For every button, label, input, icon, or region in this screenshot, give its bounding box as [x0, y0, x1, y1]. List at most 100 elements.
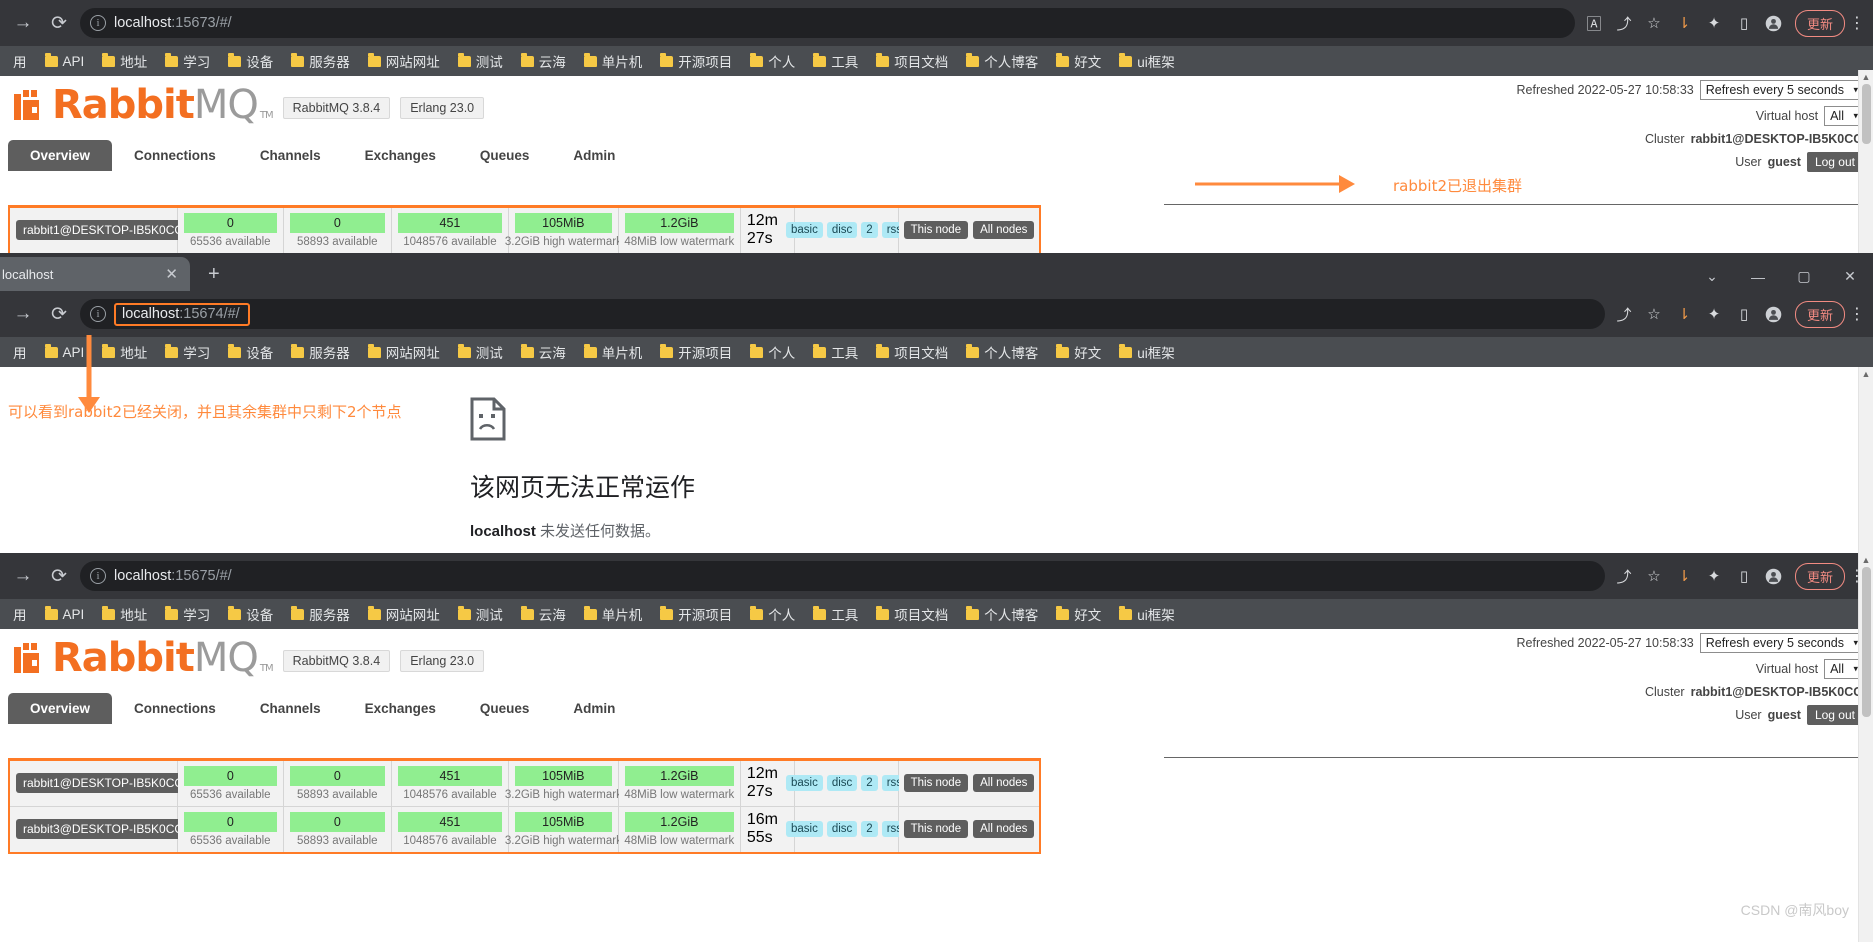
share-icon-bot[interactable]: ⤴ [1611, 563, 1637, 589]
bookmark-item[interactable]: 好文 [1047, 604, 1110, 624]
extensions-icon[interactable]: ✦ [1701, 10, 1727, 36]
share-icon-mid[interactable]: ⤴ [1611, 301, 1637, 327]
bookmark-item[interactable]: 地址 [93, 51, 156, 71]
rabbitmq-tab-channels[interactable]: Channels [238, 693, 343, 724]
rabbitmq-tab-queues[interactable]: Queues [458, 693, 552, 724]
bookmark-item[interactable]: 开源项目 [651, 342, 741, 362]
bookmark-item[interactable]: ui框架 [1110, 604, 1184, 624]
share-icon[interactable]: ⤴ [1611, 10, 1637, 36]
bookmark-item[interactable]: ui框架 [1110, 51, 1184, 71]
ruler-icon-bot[interactable]: ⇂ [1671, 563, 1697, 589]
profile-avatar-icon-bot[interactable] [1761, 563, 1787, 589]
rabbitmq-tab-admin[interactable]: Admin [551, 140, 637, 171]
page-scrollbar-top[interactable]: ▲ [1858, 70, 1873, 253]
bookmark-item[interactable]: 学习 [156, 604, 219, 624]
bookmark-item[interactable]: 工具 [804, 51, 867, 71]
forward-icon-bot[interactable]: → [8, 561, 38, 591]
bookmark-star-icon-bot[interactable]: ☆ [1641, 563, 1667, 589]
bookmark-item[interactable]: 测试 [449, 604, 512, 624]
rabbitmq-tab-overview[interactable]: Overview [8, 140, 113, 171]
window-minimize-icon[interactable]: — [1735, 269, 1781, 285]
all-nodes-button[interactable]: All nodes [973, 774, 1035, 792]
reload-icon[interactable]: ⟳ [44, 8, 74, 38]
bookmark-item[interactable]: 测试 [449, 342, 512, 362]
site-info-icon-mid[interactable]: i [90, 306, 106, 322]
bookmark-item[interactable]: 学习 [156, 342, 219, 362]
site-info-icon[interactable]: i [90, 15, 106, 31]
this-node-button[interactable]: This node [903, 820, 969, 838]
bookmark-item[interactable]: 个人 [741, 51, 804, 71]
sidebar-icon-mid[interactable]: ▯ [1731, 301, 1757, 327]
update-button-mid[interactable]: 更新 [1794, 300, 1845, 328]
bookmark-item[interactable]: 服务器 [282, 604, 359, 624]
site-info-icon-bot[interactable]: i [90, 568, 106, 584]
all-nodes-button[interactable]: All nodes [973, 820, 1035, 838]
bookmark-item[interactable]: 项目文档 [867, 342, 957, 362]
bookmark-item[interactable]: 单片机 [575, 51, 652, 71]
bookmark-item[interactable]: 地址 [93, 604, 156, 624]
sidebar-icon[interactable]: ▯ [1731, 10, 1757, 36]
bookmark-item[interactable]: 项目文档 [867, 604, 957, 624]
rabbitmq-tab-connections[interactable]: Connections [112, 140, 238, 171]
window-maximize-icon[interactable]: ▢ [1781, 268, 1827, 285]
bookmark-item[interactable]: API [36, 605, 94, 622]
bookmark-item[interactable]: 单片机 [575, 604, 652, 624]
bookmark-item[interactable]: 测试 [449, 51, 512, 71]
node-name-badge[interactable]: rabbit1@DESKTOP-IB5K0CG [16, 773, 191, 793]
bookmark-item[interactable]: 个人 [741, 604, 804, 624]
translate-icon[interactable]: 🄰 [1581, 10, 1607, 36]
extensions-icon-mid[interactable]: ✦ [1701, 301, 1727, 327]
profile-avatar-icon-mid[interactable] [1761, 301, 1787, 327]
bookmark-star-icon[interactable]: ☆ [1641, 10, 1667, 36]
bookmark-item[interactable]: 云海 [512, 342, 575, 362]
bookmark-item[interactable]: 学习 [156, 51, 219, 71]
rabbitmq-tab-channels[interactable]: Channels [238, 140, 343, 171]
browser-tab-localhost[interactable]: localhost ✕ [0, 257, 190, 291]
bookmark-item[interactable]: 云海 [512, 51, 575, 71]
forward-icon[interactable]: → [8, 8, 38, 38]
rabbitmq-tab-overview[interactable]: Overview [8, 693, 113, 724]
sidebar-icon-bot[interactable]: ▯ [1731, 563, 1757, 589]
rabbitmq-tab-queues[interactable]: Queues [458, 140, 552, 171]
rabbitmq-tab-admin[interactable]: Admin [551, 693, 637, 724]
bookmark-item[interactable]: 设备 [219, 604, 282, 624]
node-name-badge[interactable]: rabbit3@DESKTOP-IB5K0CG [16, 819, 191, 839]
bookmark-item[interactable]: 服务器 [282, 51, 359, 71]
bookmark-item[interactable]: 用 [4, 342, 36, 362]
bookmark-star-icon-mid[interactable]: ☆ [1641, 301, 1667, 327]
this-node-button[interactable]: This node [903, 221, 969, 239]
reload-icon-bot[interactable]: ⟳ [44, 561, 74, 591]
chrome-menu-icon[interactable]: ⋮ [1849, 13, 1865, 33]
tab-close-icon[interactable]: ✕ [165, 265, 178, 283]
bookmark-item[interactable]: 用 [4, 604, 36, 624]
bookmark-item[interactable]: API [36, 52, 94, 69]
reload-icon-mid[interactable]: ⟳ [44, 299, 74, 329]
bookmark-item[interactable]: 工具 [804, 342, 867, 362]
ruler-icon[interactable]: ⇂ [1671, 10, 1697, 36]
bookmark-item[interactable]: 开源项目 [651, 51, 741, 71]
bookmark-item[interactable]: 个人 [741, 342, 804, 362]
bookmark-item[interactable]: 设备 [219, 51, 282, 71]
bookmark-item[interactable]: 工具 [804, 604, 867, 624]
bookmark-item[interactable]: 云海 [512, 604, 575, 624]
update-button-bot[interactable]: 更新 [1794, 562, 1845, 590]
rabbitmq-tab-exchanges[interactable]: Exchanges [343, 140, 458, 171]
rabbitmq-tab-exchanges[interactable]: Exchanges [343, 693, 458, 724]
bookmark-item[interactable]: 好文 [1047, 51, 1110, 71]
bookmark-item[interactable]: 个人博客 [957, 342, 1047, 362]
address-bar-bottom[interactable]: i localhost:15675/#/ [80, 561, 1605, 591]
bookmark-item[interactable]: 项目文档 [867, 51, 957, 71]
address-bar-top[interactable]: i localhost:15673/#/ [80, 8, 1575, 38]
ruler-icon-mid[interactable]: ⇂ [1671, 301, 1697, 327]
new-tab-icon[interactable]: + [190, 264, 238, 284]
bookmark-item[interactable]: 单片机 [575, 342, 652, 362]
bookmark-item[interactable]: 用 [4, 51, 36, 71]
all-nodes-button[interactable]: All nodes [973, 221, 1035, 239]
extensions-icon-bot[interactable]: ✦ [1701, 563, 1727, 589]
this-node-button[interactable]: This node [903, 774, 969, 792]
bookmark-item[interactable]: 网站网址 [359, 51, 449, 71]
window-chevron-icon[interactable]: ⌄ [1689, 268, 1735, 285]
bookmark-item[interactable]: 开源项目 [651, 604, 741, 624]
chrome-menu-icon-mid[interactable]: ⋮ [1849, 304, 1865, 324]
bookmark-item[interactable]: 个人博客 [957, 604, 1047, 624]
